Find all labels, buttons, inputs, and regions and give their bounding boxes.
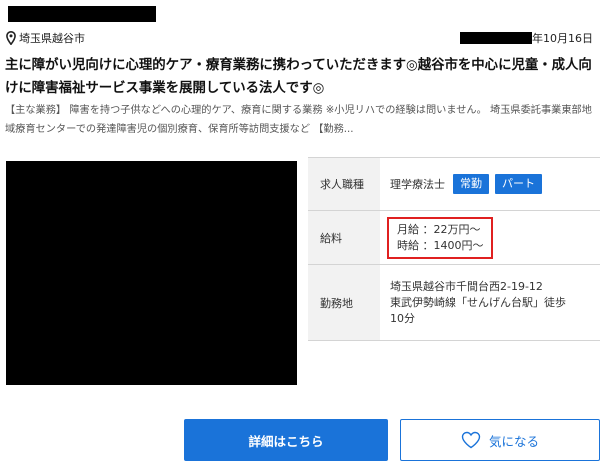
listing-description: 【主な業務】 障害を持つ子供などへの心理的ケア、療育に関する業務 ※小児リハでの…	[5, 105, 592, 135]
detail-button[interactable]: 詳細はこちら	[184, 419, 388, 461]
map-pin-icon	[6, 31, 16, 45]
favorite-button-label: 気になる	[488, 434, 539, 449]
job-info-table: 求人職種 理学療法士 常勤 パート 給料 月給 ：22万円～ 時給 ：1400円…	[308, 157, 600, 341]
job-type-value: 理学療法士	[390, 178, 445, 191]
salary-hourly: 時給 ：1400円～	[397, 238, 484, 252]
listing-photo[interactable]	[6, 161, 297, 385]
badge-fulltime: 常勤	[453, 174, 489, 194]
favorite-button[interactable]: 気になる	[400, 419, 600, 461]
date-text: 年10月16日	[532, 32, 593, 45]
salary-monthly: 月給 ：22万円～	[397, 222, 481, 236]
job-type-label: 求人職種	[308, 158, 380, 210]
work-walk-time: 10分	[390, 311, 415, 325]
work-location-label: 勤務地	[308, 265, 380, 340]
salary-highlight-box: 月給 ：22万円～ 時給 ：1400円～	[387, 216, 493, 259]
redacted-header	[8, 6, 156, 22]
salary-label: 給料	[308, 211, 380, 264]
listing-title[interactable]: 主に障がい児向けに心理的ケア・療育業務に携わっていただきます◎越谷市を中心に児童…	[5, 54, 597, 100]
salary-row: 給料 月給 ：22万円～ 時給 ：1400円～	[308, 211, 600, 265]
work-station: 東武伊勢崎線「せんげん台駅」徒歩	[390, 295, 566, 309]
work-address: 埼玉県越谷市千間台西2-19-12	[390, 279, 543, 293]
badge-parttime: パート	[495, 174, 542, 194]
heart-outline-icon	[461, 431, 489, 449]
location-text: 埼玉県越谷市	[19, 32, 85, 45]
job-type-row: 求人職種 理学療法士 常勤 パート	[308, 158, 600, 211]
post-date: 年10月16日	[460, 29, 593, 47]
redacted-date	[460, 32, 532, 44]
work-location-row: 勤務地 埼玉県越谷市千間台西2-19-12 東武伊勢崎線「せんげん台駅」徒歩 1…	[308, 265, 600, 341]
detail-button-label: 詳細はこちら	[248, 434, 324, 449]
location-row: 埼玉県越谷市	[6, 29, 85, 47]
